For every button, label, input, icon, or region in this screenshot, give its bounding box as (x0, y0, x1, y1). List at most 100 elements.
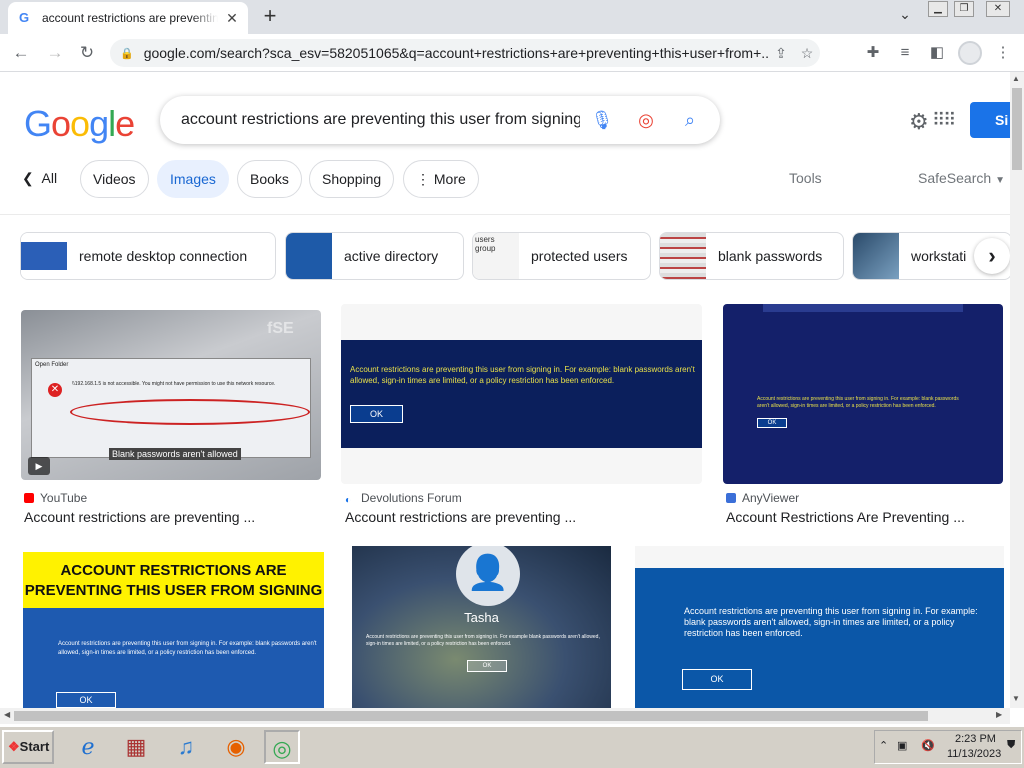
chip-videos[interactable]: Videos (80, 160, 149, 198)
horizontal-scroll-thumb[interactable] (14, 711, 928, 721)
apps-grid-icon[interactable]: ⠿⠿ (932, 110, 956, 131)
chip-books[interactable]: Books (237, 160, 302, 198)
network-icon[interactable]: ▣ (897, 739, 907, 752)
error-message: Account restrictions are preventing this… (350, 365, 695, 385)
dropdown-arrow-icon: ▼ (995, 175, 1005, 186)
divider (0, 214, 1010, 215)
banner-text: ACCOUNT RESTRICTIONS ARE PREVENTING THIS… (23, 552, 324, 608)
result-source[interactable]: YouTube (24, 491, 87, 505)
start-button[interactable]: ❖Start (2, 730, 54, 764)
extensions-icon[interactable]: ✚ (862, 42, 884, 64)
settings-gear-icon[interactable]: ⚙ (909, 109, 929, 135)
error-message: Account restrictions are preventing this… (684, 606, 978, 638)
source-label: YouTube (40, 491, 88, 505)
result-image[interactable]: ACCOUNT RESTRICTIONS ARE PREVENTING THIS… (23, 552, 324, 708)
error-message: Account restrictions are preventing this… (58, 641, 317, 656)
chip-more-label: More (433, 171, 466, 187)
browser-toolbar: ← → ↻ 🔒 google.com/search?sca_esv=582051… (0, 34, 1024, 72)
ok-button: OK (56, 692, 116, 708)
tab-close-icon[interactable]: ✕ (224, 10, 240, 27)
media-control-icon[interactable]: ≡ (894, 42, 916, 64)
firefox-icon[interactable]: ◉ (218, 730, 254, 764)
youtube-icon (24, 493, 34, 503)
close-window-button[interactable]: ✕ (986, 1, 1010, 17)
source-label: AnyViewer (742, 491, 800, 505)
scroll-up-arrow-icon[interactable]: ▲ (1012, 74, 1020, 83)
anyviewer-icon (726, 493, 736, 503)
tab-search-chevron-icon[interactable]: ⌄ (895, 6, 915, 26)
vertical-scroll-thumb[interactable] (1012, 88, 1022, 170)
related-chip-blank-passwords[interactable]: blank passwords (659, 232, 844, 280)
user-name: Tasha (464, 610, 499, 625)
chevron-right-icon[interactable]: › (974, 238, 1010, 274)
related-label: active directory (344, 248, 439, 264)
devolutions-icon: ◐ (345, 495, 352, 506)
safesearch-dropdown[interactable]: SafeSearch ▼ (918, 170, 1005, 186)
minimize-button[interactable]: ▁ (928, 1, 948, 17)
error-message: Account restrictions are preventing this… (757, 396, 959, 409)
windows-logo-icon: ❖ (8, 739, 20, 754)
share-icon[interactable]: ⇪ (768, 45, 794, 62)
chip-shopping[interactable]: Shopping (309, 160, 395, 198)
related-thumbnail (853, 233, 899, 279)
related-chip-protected-users[interactable]: users group protected users (472, 232, 651, 280)
result-image[interactable]: Account restrictions are preventing this… (723, 304, 1003, 484)
tab-all-label: All (41, 170, 58, 186)
profile-avatar[interactable] (958, 41, 982, 65)
reload-button[interactable]: ↻ (74, 40, 100, 66)
more-dots-icon: ⋮ (416, 171, 430, 187)
dialog-title: Open Folder (35, 362, 69, 368)
watermark: fSE (267, 320, 294, 337)
chevron-left-icon: ❮ (22, 170, 34, 186)
menu-kebab-icon[interactable]: ⋮ (992, 42, 1014, 64)
ok-button: OK (467, 660, 507, 672)
action-center-icon[interactable]: ⛊ (1007, 739, 1015, 752)
chip-more[interactable]: ⋮ More (403, 160, 479, 198)
music-icon[interactable]: ♫ (168, 730, 204, 764)
chip-images[interactable]: Images (157, 160, 229, 198)
red-circle-highlight (70, 399, 310, 425)
new-tab-button[interactable]: + (258, 4, 282, 28)
result-title[interactable]: Account restrictions are preventing ... (24, 509, 255, 525)
search-icon[interactable]: ⌕ (668, 110, 712, 131)
related-chip-remote-desktop[interactable]: remote desktop connection (20, 232, 276, 280)
related-thumbnail: users group (473, 233, 519, 279)
volume-muted-icon[interactable]: 🔇 (921, 739, 935, 752)
dialog-box: Open Folder ✕ \\192.168.1.5 is not acces… (31, 358, 311, 458)
tray-expand-icon[interactable]: ⌃ (879, 739, 888, 752)
related-chip-active-directory[interactable]: active directory (285, 232, 464, 280)
browser-tab[interactable]: G account restrictions are preventing th… (8, 2, 248, 34)
google-logo[interactable]: Google (24, 103, 135, 145)
image-caption: Blank passwords aren't allowed (109, 448, 241, 460)
chrome-icon[interactable]: ◎ (264, 730, 300, 764)
microphone-icon[interactable]: 🎙 (580, 110, 624, 131)
bookmark-star-icon[interactable]: ☆ (794, 45, 820, 62)
start-label: Start (19, 739, 50, 754)
internet-explorer-icon[interactable]: ℯ (70, 730, 106, 764)
scroll-right-arrow-icon[interactable]: ▶ (996, 710, 1002, 719)
result-image[interactable]: Open Folder ✕ \\192.168.1.5 is not acces… (21, 310, 321, 480)
restore-button[interactable]: ❐ (954, 1, 974, 17)
clock-date[interactable]: 11/13/2023 (947, 748, 1001, 760)
search-box[interactable]: account restrictions are preventing this… (160, 96, 720, 144)
result-image[interactable]: Account restrictions are preventing this… (635, 546, 1004, 708)
scroll-left-arrow-icon[interactable]: ◀ (4, 710, 10, 719)
result-source[interactable]: ◐ Devolutions Forum (345, 491, 462, 506)
result-title[interactable]: Account restrictions are preventing ... (345, 509, 576, 525)
side-panel-icon[interactable]: ◧ (926, 42, 948, 64)
back-button[interactable]: ← (8, 40, 34, 66)
result-source[interactable]: AnyViewer (726, 491, 799, 505)
lens-camera-icon[interactable]: ◎ (624, 110, 668, 131)
tools-button[interactable]: Tools (789, 170, 822, 186)
result-title[interactable]: Account Restrictions Are Preventing ... (726, 509, 965, 525)
media-app-icon[interactable]: ▦ (118, 730, 154, 764)
tab-all[interactable]: ❮ All (22, 170, 57, 187)
address-bar[interactable]: 🔒 google.com/search?sca_esv=582051065&q=… (110, 39, 820, 67)
search-input[interactable]: account restrictions are preventing this… (181, 111, 580, 129)
clock-time[interactable]: 2:23 PM (955, 733, 996, 745)
forward-button[interactable]: → (42, 40, 68, 66)
result-image[interactable]: Account restrictions are preventing this… (341, 304, 702, 484)
result-image[interactable]: 👤 Tasha Account restrictions are prevent… (352, 546, 611, 708)
error-icon: ✕ (48, 383, 62, 397)
scroll-down-arrow-icon[interactable]: ▼ (1012, 694, 1020, 703)
